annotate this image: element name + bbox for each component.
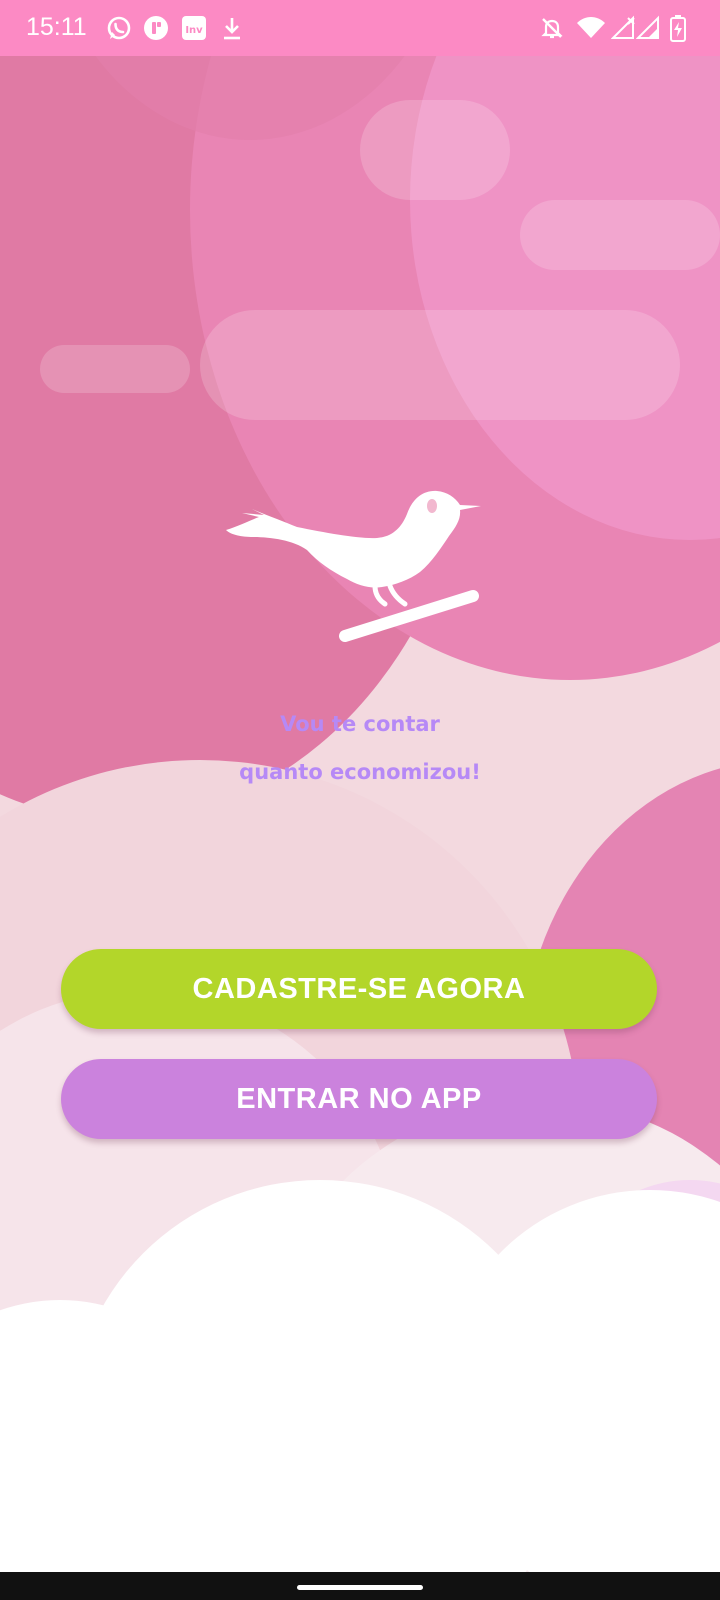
- bird-on-branch-logo: [226, 490, 481, 642]
- inv-app-icon: Inv: [179, 13, 209, 43]
- tagline-line-2: quanto economizou!: [239, 760, 481, 784]
- notifications-muted-icon: [537, 13, 567, 43]
- login-button-label: ENTRAR NO APP: [236, 1082, 482, 1115]
- status-time: 15:11: [26, 13, 87, 41]
- background-illustration: [0, 0, 720, 1600]
- login-button[interactable]: ENTRAR NO APP: [61, 1059, 657, 1139]
- tagline: Vou te contar quanto economizou!: [0, 700, 720, 796]
- battery-charging-icon: [663, 13, 693, 43]
- signup-button-label: CADASTRE-SE AGORA: [192, 972, 526, 1005]
- download-icon: [217, 13, 247, 43]
- inv-app-label: Inv: [185, 25, 203, 36]
- status-bar: 15:11 Inv: [0, 0, 720, 56]
- tagline-line-1: Vou te contar: [280, 712, 440, 736]
- whatsapp-icon: [104, 13, 134, 43]
- cellular-signal-icon: [634, 13, 664, 43]
- home-indicator[interactable]: [297, 1585, 423, 1590]
- app-badge-icon: [141, 13, 171, 43]
- signup-button[interactable]: CADASTRE-SE AGORA: [61, 949, 657, 1029]
- wifi-icon: [576, 13, 606, 43]
- navigation-bar: [0, 1572, 720, 1600]
